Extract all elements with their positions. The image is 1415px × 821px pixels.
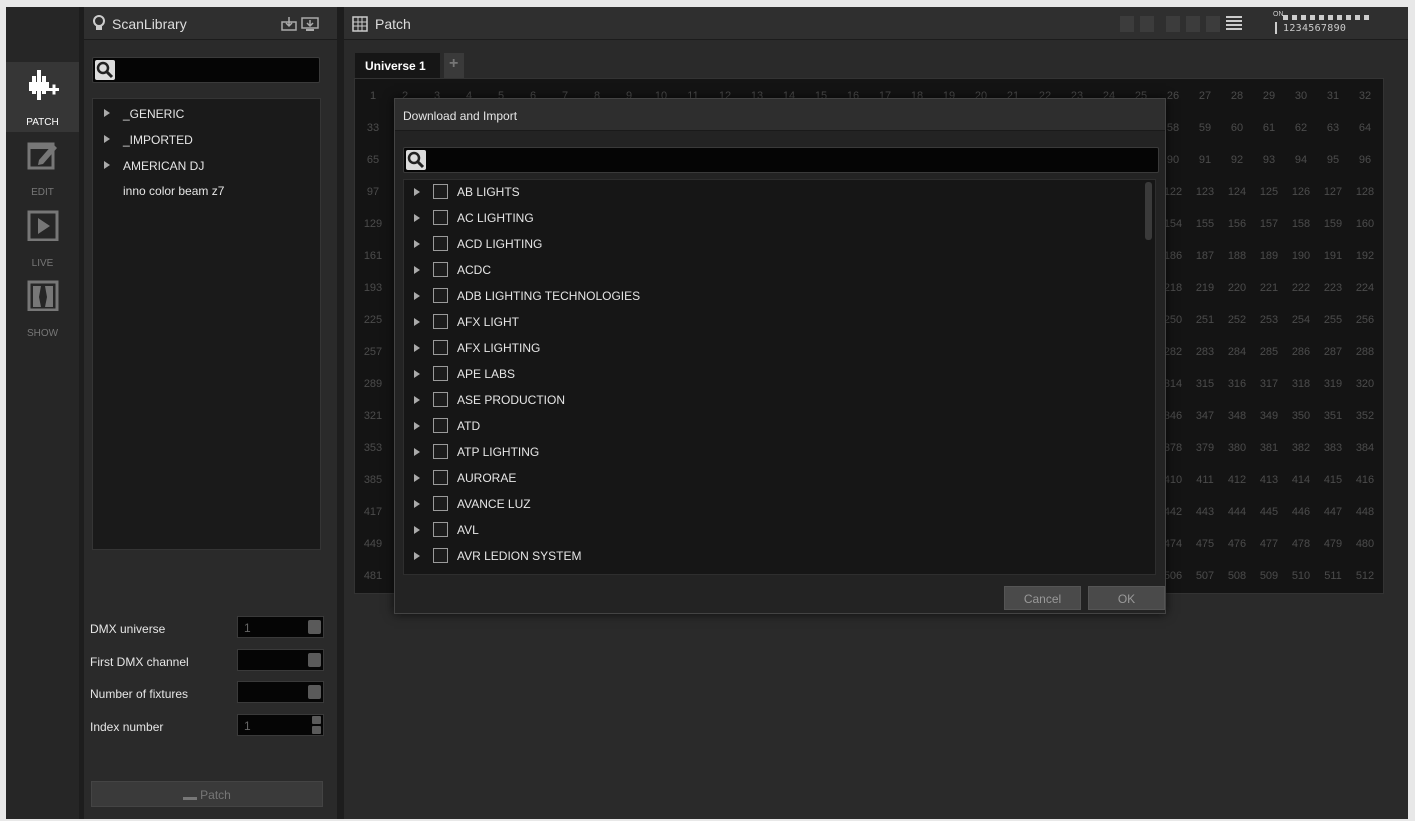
- ok-button-label: OK: [1117, 592, 1136, 606]
- expand-arrow-icon[interactable]: [414, 318, 420, 326]
- manufacturer-checkbox[interactable]: [433, 210, 448, 225]
- manufacturer-checkbox[interactable]: [433, 314, 448, 329]
- manufacturer-row[interactable]: ADB LIGHTING TECHNOLOGIES: [404, 284, 1144, 309]
- manufacturer-list[interactable]: AB LIGHTS AC LIGHTING ACD LIGHTING ACDC ADB …: [403, 179, 1156, 575]
- manufacturer-row[interactable]: AURORAE: [404, 466, 1144, 491]
- manufacturer-label: AB LIGHTS: [457, 185, 520, 199]
- search-icon: [406, 150, 426, 170]
- manufacturer-checkbox[interactable]: [433, 418, 448, 433]
- ok-button[interactable]: OK: [1088, 586, 1165, 610]
- manufacturer-row[interactable]: AC LIGHTING: [404, 206, 1144, 231]
- manufacturer-checkbox[interactable]: [433, 184, 448, 199]
- manufacturer-row[interactable]: ATP LIGHTING: [404, 440, 1144, 465]
- manufacturer-label: AVANCE LUZ: [457, 497, 531, 511]
- manufacturer-row[interactable]: AVL: [404, 518, 1144, 543]
- manufacturer-label: AVR LEDION SYSTEM: [457, 549, 582, 563]
- manufacturer-row[interactable]: AFX LIGHTING: [404, 336, 1144, 361]
- cancel-button[interactable]: Cancel: [1004, 586, 1081, 610]
- cancel-button-label: Cancel: [1023, 592, 1062, 606]
- expand-arrow-icon[interactable]: [414, 266, 420, 274]
- expand-arrow-icon[interactable]: [414, 214, 420, 222]
- manufacturer-label: ATP LIGHTING: [457, 445, 540, 459]
- manufacturer-row[interactable]: AB LIGHTS: [404, 180, 1144, 205]
- expand-arrow-icon[interactable]: [414, 188, 420, 196]
- manufacturer-label: AFX LIGHT: [457, 315, 520, 329]
- manufacturer-checkbox[interactable]: [433, 262, 448, 277]
- expand-arrow-icon[interactable]: [414, 370, 420, 378]
- manufacturer-row[interactable]: APE LABS: [404, 362, 1144, 387]
- manufacturer-row[interactable]: AFX LIGHT: [404, 310, 1144, 335]
- download-import-dialog: Download and Import AB LIGHTS AC LIGHTING…: [394, 98, 1166, 614]
- expand-arrow-icon[interactable]: [414, 396, 420, 404]
- manufacturer-checkbox[interactable]: [433, 548, 448, 563]
- modal-overlay: Download and Import AB LIGHTS AC LIGHTING…: [6, 7, 1408, 819]
- manufacturer-checkbox[interactable]: [433, 444, 448, 459]
- app-window: PATCH EDIT LIVE SHOW ScanLibrary _GENERI…: [6, 7, 1408, 819]
- dialog-title: Download and Import: [403, 109, 518, 123]
- manufacturer-checkbox[interactable]: [433, 340, 448, 355]
- expand-arrow-icon[interactable]: [414, 292, 420, 300]
- manufacturer-checkbox[interactable]: [433, 288, 448, 303]
- manufacturer-checkbox[interactable]: [433, 496, 448, 511]
- expand-arrow-icon[interactable]: [414, 240, 420, 248]
- expand-arrow-icon[interactable]: [414, 552, 420, 560]
- manufacturer-checkbox[interactable]: [433, 366, 448, 381]
- manufacturer-row[interactable]: ACD LIGHTING: [404, 232, 1144, 257]
- manufacturer-checkbox[interactable]: [433, 470, 448, 485]
- manufacturer-label: AC LIGHTING: [457, 211, 534, 225]
- manufacturer-label: AURORAE: [457, 471, 517, 485]
- dialog-titlebar: Download and Import: [395, 99, 1165, 131]
- manufacturer-label: ATD: [457, 419, 481, 433]
- expand-arrow-icon[interactable]: [414, 500, 420, 508]
- manufacturer-row[interactable]: ATD: [404, 414, 1144, 439]
- manufacturer-label: APE LABS: [457, 367, 516, 381]
- manufacturer-label: ACD LIGHTING: [457, 237, 543, 251]
- manufacturer-row[interactable]: AVR LEDION SYSTEM: [404, 544, 1144, 569]
- manufacturer-row[interactable]: ASE PRODUCTION: [404, 388, 1144, 413]
- expand-arrow-icon[interactable]: [414, 344, 420, 352]
- expand-arrow-icon[interactable]: [414, 422, 420, 430]
- manufacturer-label: ACDC: [457, 263, 492, 277]
- manufacturer-row[interactable]: AVANCE LUZ: [404, 492, 1144, 517]
- manufacturer-label: ASE PRODUCTION: [457, 393, 566, 407]
- manufacturer-label: AFX LIGHTING: [457, 341, 541, 355]
- manufacturer-checkbox[interactable]: [433, 236, 448, 251]
- manufacturer-checkbox[interactable]: [433, 522, 448, 537]
- manufacturer-label: ADB LIGHTING TECHNOLOGIES: [457, 289, 641, 303]
- expand-arrow-icon[interactable]: [414, 526, 420, 534]
- dialog-search-input[interactable]: [403, 147, 1159, 173]
- expand-arrow-icon[interactable]: [414, 474, 420, 482]
- list-scrollbar[interactable]: [1145, 182, 1152, 240]
- manufacturer-label: AVL: [457, 523, 479, 537]
- manufacturer-row[interactable]: ACDC: [404, 258, 1144, 283]
- expand-arrow-icon[interactable]: [414, 448, 420, 456]
- manufacturer-checkbox[interactable]: [433, 392, 448, 407]
